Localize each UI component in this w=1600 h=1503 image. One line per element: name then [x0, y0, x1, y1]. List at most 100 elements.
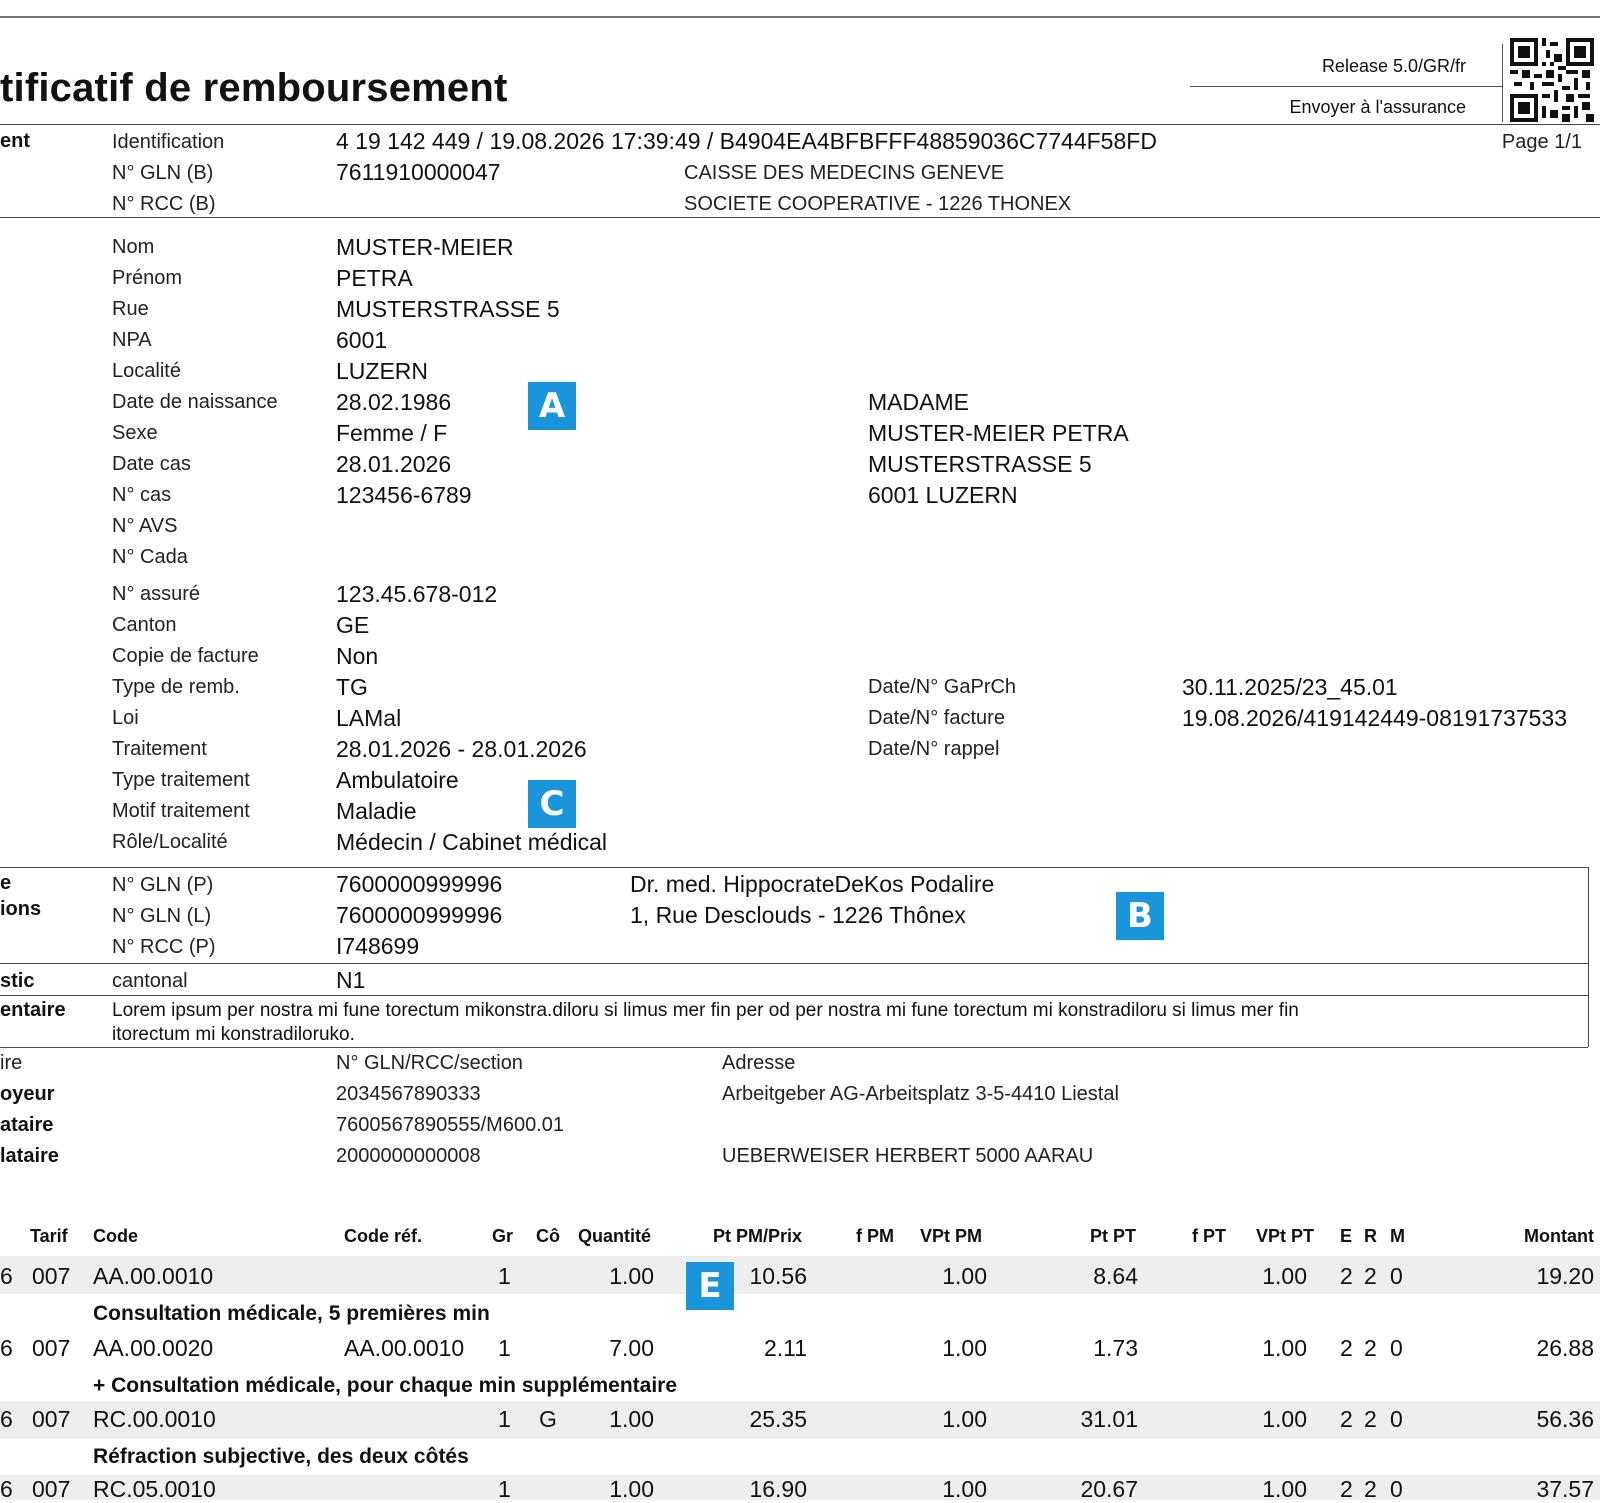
cell-quantity: 1.00	[609, 1406, 654, 1432]
field-value: TG	[336, 674, 368, 700]
field-label: N° GLN (P)	[112, 874, 214, 896]
section-label: oyeur	[0, 1083, 55, 1105]
field-label: Loi	[112, 707, 139, 729]
party-address: UEBERWEISER HERBERT 5000 AARAU	[722, 1145, 1094, 1167]
address-line: MADAME	[868, 389, 969, 415]
field-label: Copie de facture	[112, 645, 259, 667]
cell-vpt-pt: 1.00	[1262, 1406, 1307, 1432]
field-value: 123.45.678-012	[336, 581, 498, 607]
address-line: MUSTERSTRASSE 5	[868, 451, 1092, 477]
provider-box-right	[1588, 867, 1589, 1047]
section-label: entaire	[0, 999, 66, 1021]
column-header: Cô	[536, 1226, 560, 1246]
section-label: ataire	[0, 1114, 54, 1136]
provider-box-top	[0, 867, 1588, 868]
party-gln: 7600567890555/M600.01	[336, 1114, 564, 1136]
column-header: Pt PM/Prix	[713, 1226, 803, 1246]
column-header: Pt PT	[1090, 1226, 1137, 1246]
section-label: ions	[0, 898, 42, 920]
column-header: E	[1340, 1226, 1353, 1246]
cell-pt-pm: 25.35	[749, 1406, 807, 1432]
field-value: I748699	[336, 933, 420, 959]
document-title: tificatif de remboursement	[0, 66, 508, 110]
section-label: stic	[0, 970, 35, 992]
cell-gr: 1	[498, 1406, 511, 1432]
field-value: 7600000999996	[336, 871, 503, 897]
party-gln: 2034567890333	[336, 1083, 481, 1105]
cell-code-ref: AA.00.0010	[344, 1335, 465, 1361]
header-rule	[0, 124, 1600, 125]
field-value: 19.08.2026/419142449-08191737533	[1182, 705, 1567, 731]
release-divider	[1502, 44, 1503, 122]
field-label: Sexe	[112, 422, 158, 444]
field-label: Rue	[112, 298, 149, 320]
provider-address: 1, Rue Desclouds - 1226 Thônex	[630, 902, 966, 928]
field-value: 7600000999996	[336, 902, 503, 928]
field-value: Femme / F	[336, 420, 448, 446]
section-label: ire	[0, 1052, 23, 1074]
cell-gr: 1	[498, 1263, 511, 1289]
field-label: Nom	[112, 236, 155, 258]
field-value: 7611910000047	[336, 159, 501, 185]
field-label: Date/N° facture	[868, 707, 1005, 729]
comment-line: Lorem ipsum per nostra mi fune torectum …	[112, 1000, 1299, 1021]
cell-code: AA.00.0010	[93, 1263, 214, 1289]
cell-pt-pm: 16.90	[749, 1476, 807, 1502]
cell-pt-pt: 1.73	[1093, 1335, 1138, 1361]
field-value: 28.01.2026	[336, 451, 452, 477]
diagnostic-rule	[0, 995, 1588, 996]
field-label: Date/N° GaPrCh	[868, 676, 1017, 698]
column-header: Code réf.	[344, 1226, 423, 1246]
field-label: Type traitement	[112, 769, 250, 791]
section-label: lataire	[0, 1145, 59, 1167]
cell-quantity: 1.00	[609, 1263, 654, 1289]
party-address: Arbeitgeber AG-Arbeitsplatz 3-5-4410 Lie…	[722, 1083, 1119, 1105]
field-label: N° cas	[112, 484, 172, 506]
cell-m: 0	[1390, 1406, 1403, 1432]
cell-pt-pt: 8.64	[1093, 1263, 1138, 1289]
diagnostic-type: cantonal	[112, 970, 188, 992]
column-header: M	[1390, 1226, 1405, 1246]
marker-e: E	[686, 1262, 734, 1310]
cell-r: 2	[1364, 1476, 1377, 1502]
field-label: Date cas	[112, 453, 191, 475]
cell-gr: 1	[498, 1335, 511, 1361]
field-label: Canton	[112, 614, 177, 636]
cell-e: 2	[1340, 1406, 1353, 1432]
field-value: 28.01.2026 - 28.01.2026	[336, 736, 587, 762]
provider-name: Dr. med. HippocrateDeKos Podalire	[630, 871, 995, 897]
field-label: Date de naissance	[112, 391, 278, 413]
party-gln: 2000000000008	[336, 1145, 481, 1167]
cell-amount: 19.20	[1536, 1263, 1594, 1289]
field-value: LUZERN	[336, 358, 429, 384]
cell-e: 2	[1340, 1335, 1353, 1361]
field-value: 28.02.1986	[336, 389, 452, 415]
cell-vpt-pt: 1.00	[1262, 1263, 1307, 1289]
cell-co: G	[539, 1406, 557, 1432]
field-label: N° GLN (B)	[112, 162, 214, 184]
column-header: Montant	[1524, 1226, 1594, 1246]
comment-line: itorectum mi konstradiloruko.	[112, 1024, 355, 1045]
cell-r: 2	[1364, 1406, 1377, 1432]
cell-m: 0	[1390, 1335, 1403, 1361]
field-value: 6001	[336, 327, 388, 353]
field-value: PETRA	[336, 265, 413, 291]
marker-b: B	[1116, 892, 1164, 940]
field-label: N° AVS	[112, 515, 178, 537]
release-rule	[1190, 86, 1502, 87]
column-header: Code	[93, 1226, 138, 1246]
field-label: N° GLN (L)	[112, 905, 212, 927]
column-header: VPt PM	[920, 1226, 983, 1246]
cell-quantity: 1.00	[609, 1476, 654, 1502]
field-label: Prénom	[112, 267, 183, 289]
section-rule	[0, 217, 1600, 218]
cell-pt-pm: 10.56	[749, 1263, 807, 1289]
field-label: Traitement	[112, 738, 207, 760]
field-label: N° assuré	[112, 583, 201, 605]
field-value: Ambulatoire	[336, 767, 459, 793]
column-header: N° GLN/RCC/section	[336, 1052, 523, 1074]
insurer-address: SOCIETE COOPERATIVE - 1226 THONEX	[684, 193, 1072, 215]
field-value: MUSTERSTRASSE 5	[336, 296, 560, 322]
cell-code: AA.00.0020	[93, 1335, 214, 1361]
cell-e: 2	[1340, 1263, 1353, 1289]
